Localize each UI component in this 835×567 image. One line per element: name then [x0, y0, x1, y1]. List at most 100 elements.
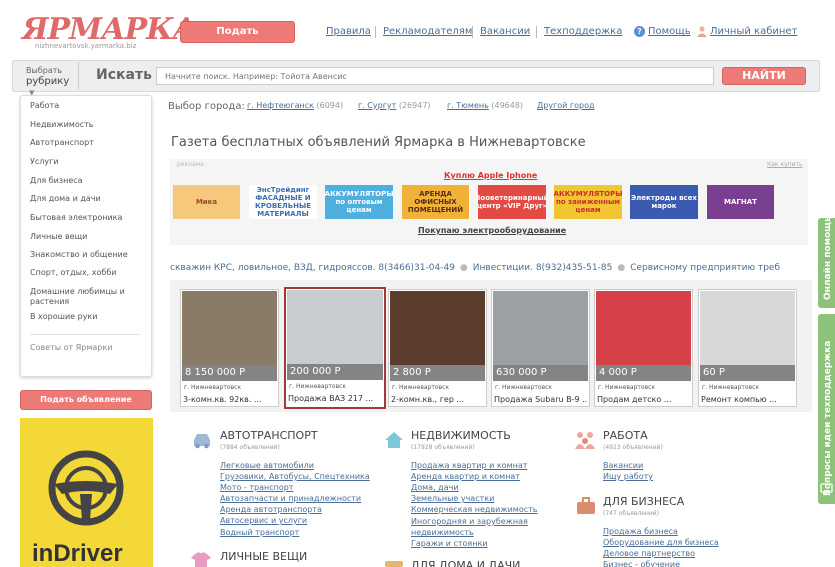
listing-card[interactable]: 200 000 Р г. Нижневартовск Продажа ВАЗ 217…: [284, 287, 386, 409]
section-title-auto[interactable]: АВТОТРАНСПОРТ: [220, 429, 318, 442]
realty-link-garages[interactable]: Гаражи и стоянки: [411, 539, 487, 548]
question-icon[interactable]: ?: [634, 26, 645, 37]
search-button[interactable]: НАЙТИ: [722, 67, 806, 85]
nav-support[interactable]: Техподдержка: [544, 26, 622, 37]
nav-vacancies[interactable]: Вакансии: [480, 26, 530, 37]
sidebar-item-business[interactable]: Для бизнеса: [30, 176, 83, 186]
online-help-tab[interactable]: Онлайн помощь: [818, 216, 835, 308]
listing-photo[interactable]: [493, 291, 588, 365]
realty-link-rent[interactable]: Аренда квартир и комнат: [411, 472, 520, 481]
realty-link-commercial[interactable]: Коммерческая недвижимость: [411, 505, 538, 514]
ad-banner[interactable]: Электроды всех марок: [630, 185, 698, 219]
nav-advertisers[interactable]: Рекламодателям: [383, 26, 472, 37]
listing-card[interactable]: 8 150 000 Р г. Нижневартовск 3-комн.кв. 92…: [180, 289, 279, 407]
rubric-select-label: рубрику: [26, 76, 70, 87]
sidebar-item-realty[interactable]: Недвижимость: [30, 120, 94, 130]
listing-photo[interactable]: [287, 290, 383, 364]
nav-rules[interactable]: Правила: [326, 26, 371, 37]
section-title-business[interactable]: ДЛЯ БИЗНЕСА: [603, 495, 684, 508]
listing-photo[interactable]: [596, 291, 691, 365]
listing-card[interactable]: 2 800 Р г. Нижневартовск 2-комн.кв., гер .…: [388, 289, 487, 407]
section-title-home[interactable]: ДЛЯ ДОМА И ДАЧИ: [411, 559, 520, 567]
listing-photo[interactable]: [700, 291, 795, 365]
cabinet-link[interactable]: Личный кабинет: [710, 26, 797, 37]
ad-banner[interactable]: Мика: [173, 185, 240, 219]
listing-title[interactable]: Продажа Subaru В-9 ...: [494, 395, 588, 404]
business-link-education[interactable]: Бизнес - обучение: [603, 560, 680, 567]
work-link-seek[interactable]: Ищу работу: [603, 472, 653, 481]
city-name[interactable]: г. Нефтеюганск: [247, 101, 314, 110]
search-input[interactable]: [156, 67, 714, 85]
sidebar-item-good-hands[interactable]: В хорошие руки: [30, 312, 97, 322]
ad-banner[interactable]: ЭнсТрейдинг ФАСАДНЫЕ И КРОВЕЛЬНЫЕ МАТЕРИ…: [249, 185, 317, 219]
auto-link-parts[interactable]: Автозапчасти и принадлежности: [220, 494, 361, 503]
sidebar-item-pets[interactable]: Домашние любимцы и растения: [30, 287, 148, 307]
rubric-select[interactable]: Выбрать рубрику ▼: [22, 62, 79, 97]
realty-link-houses[interactable]: Дома, дачи: [411, 483, 459, 492]
realty-link-foreign[interactable]: Иногородняя и зарубежная недвижимость: [411, 516, 546, 538]
listing-photo[interactable]: [390, 291, 485, 365]
support-ideas-tab-label: Вопросы идеи техподдержка: [823, 340, 833, 496]
business-link-partnership[interactable]: Деловое партнерство: [603, 549, 695, 558]
sidebar-post-ad-button[interactable]: Подать объявление: [20, 390, 152, 410]
auto-link-cars[interactable]: Легковые автомобили: [220, 461, 314, 470]
section-title-personal[interactable]: ЛИЧНЫЕ ВЕЩИ: [220, 550, 307, 563]
sidebar-item-work[interactable]: Работа: [30, 101, 59, 111]
sidebar-item-sport[interactable]: Спорт, отдых, хобби: [30, 268, 116, 278]
listing-title[interactable]: Продам детско ...: [597, 395, 691, 404]
auto-link-moto[interactable]: Мото - транспорт: [220, 483, 293, 492]
ad-banner[interactable]: Зооветеринарный центр «VIP Друг»: [478, 185, 546, 219]
sidebar-item-auto[interactable]: Автотранспорт: [30, 138, 94, 148]
auto-link-water[interactable]: Водный транспорт: [220, 528, 299, 537]
ticker-item[interactable]: скважин КРС, ловильное, ВЗД, гидрояссов.…: [170, 263, 455, 273]
listing-card[interactable]: 630 000 Р г. Нижневартовск Продажа Subaru …: [491, 289, 590, 407]
city-link-tyumen[interactable]: г. Тюмень (49648): [447, 101, 523, 110]
ad-banner[interactable]: АККУМУЛЯТОРЫ по заниженным ценам: [554, 185, 622, 219]
news-ticker[interactable]: скважин КРС, ловильное, ВЗД, гидрояссов.…: [170, 261, 810, 275]
sidebar-item-home[interactable]: Для дома и дачи: [30, 194, 101, 204]
realty-link-land[interactable]: Земельные участки: [411, 494, 494, 503]
sidebar-item-services[interactable]: Услуги: [30, 157, 59, 167]
auto-link-trucks[interactable]: Грузовики, Автобусы, Спецтехника: [220, 472, 370, 481]
listing-card[interactable]: 4 000 Р г. Нижневартовск Продам детско ...: [594, 289, 693, 407]
indriver-banner[interactable]: inDriver: [20, 418, 153, 567]
city-link-surgut[interactable]: г. Сургут (26947): [358, 101, 431, 110]
ads-label: реклама: [177, 161, 204, 168]
ticker-item[interactable]: Инвестиции. 8(932)435-51-85: [473, 263, 613, 273]
auto-link-service[interactable]: Автосервис и услуги: [220, 516, 307, 525]
ad-banner[interactable]: АККУМУЛЯТОРЫ по оптовым ценам: [325, 185, 393, 219]
realty-link-sale[interactable]: Продажа квартир и комнат: [411, 461, 527, 470]
auto-link-rent[interactable]: Аренда автотранспорта: [220, 505, 322, 514]
section-title-realty[interactable]: НЕДВИЖИМОСТЬ: [411, 429, 511, 442]
support-ideas-tab[interactable]: Вопросы идеи техподдержка: [818, 314, 835, 504]
listing-card[interactable]: 60 Р г. Нижневартовск Ремонт компью ...: [698, 289, 797, 407]
ad-banner[interactable]: МАГНАТ: [707, 185, 774, 219]
help-link[interactable]: Помощь: [648, 26, 691, 37]
listing-title[interactable]: Продажа ВАЗ 217 ...: [288, 394, 382, 403]
listing-city: г. Нижневартовск: [598, 384, 656, 391]
city-name[interactable]: г. Сургут: [358, 101, 396, 110]
listing-title[interactable]: 2-комн.кв., гер ...: [391, 395, 485, 404]
listing-title[interactable]: 3-комн.кв. 92кв. ...: [183, 395, 277, 404]
sidebar-tips-link[interactable]: Советы от Ярмарки: [30, 343, 112, 353]
ads-how-to-buy-link[interactable]: Как купить: [767, 161, 803, 168]
user-icon[interactable]: [697, 26, 707, 37]
other-city-link[interactable]: Другой город: [537, 101, 595, 110]
nav-divider: [472, 26, 473, 38]
sidebar-item-dating[interactable]: Знакомство и общение: [30, 250, 128, 260]
city-link-nefteyugansk[interactable]: г. Нефтеюганск (6094): [247, 101, 343, 110]
city-name[interactable]: г. Тюмень: [447, 101, 489, 110]
business-link-sale[interactable]: Продажа бизнеса: [603, 527, 678, 536]
ticker-item[interactable]: Сервисному предприятию треб: [630, 263, 780, 273]
section-title-work[interactable]: РАБОТА: [603, 429, 648, 442]
listing-photo[interactable]: [182, 291, 277, 365]
post-ad-button[interactable]: Подать объявление: [180, 21, 295, 57]
ad-banner[interactable]: АРЕНДА ОФИСНЫХ ПОМЕЩЕНИЙ: [402, 185, 469, 219]
work-link-vacancies[interactable]: Вакансии: [603, 461, 643, 470]
listing-title[interactable]: Ремонт компью ...: [701, 395, 795, 404]
sidebar-item-personal[interactable]: Личные вещи: [30, 232, 87, 242]
ad-buy-iphone-link[interactable]: Куплю Apple Iphone: [444, 171, 537, 180]
business-link-equipment[interactable]: Оборудование для бизнеса: [603, 538, 719, 547]
sidebar-item-electronics[interactable]: Бытовая электроника: [30, 213, 122, 223]
ad-buy-electro-link[interactable]: Покупаю электрооборудование: [418, 226, 566, 235]
